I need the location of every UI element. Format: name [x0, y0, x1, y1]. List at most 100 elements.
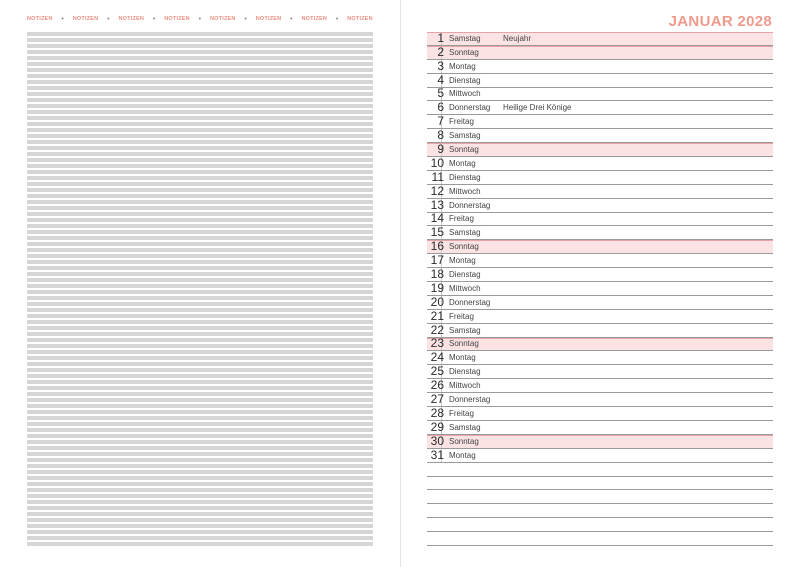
weekday-name: Sonntag [449, 436, 479, 446]
calendar-day-row: 28 Freitag [427, 406, 773, 421]
calendar-day-row: 16 Sonntag [427, 239, 773, 255]
calendar-day-row: 27 Donnerstag [427, 392, 773, 408]
calendar-day-row: 29 Samstag [427, 420, 773, 435]
bullet-separator: • [61, 15, 64, 23]
day-number: 25 [430, 364, 444, 379]
notes-header-word: NOTIZEN [72, 16, 99, 22]
calendar-day-row: 5 Mittwoch [427, 86, 773, 102]
notes-header-word: NOTIZEN [27, 16, 53, 22]
weekday-name: Montag [449, 61, 476, 71]
weekday-name: Dienstag [449, 367, 481, 377]
calendar-day-row: 24 Montag [427, 350, 773, 366]
calendar-day-row: 13 Donnerstag [427, 197, 773, 213]
day-number: 20 [430, 294, 444, 309]
weekday-name: Samstag [449, 325, 481, 335]
day-number: 6 [437, 100, 444, 115]
blank-line [427, 518, 773, 533]
calendar-day-row: 4 Dienstag [427, 72, 773, 88]
notes-header-word: NOTIZEN [347, 16, 373, 22]
weekday-name: Donnerstag [449, 297, 491, 307]
weekday-name: Mittwoch [449, 186, 481, 196]
day-number: 10 [430, 155, 444, 170]
day-number: 27 [430, 392, 444, 407]
day-number: 15 [430, 225, 444, 240]
day-number: 12 [430, 183, 444, 198]
calendar-day-row: 9 Sonntag [427, 143, 773, 158]
weekday-name: Montag [449, 158, 476, 168]
calendar-day-row: 1 Samstag Neujahr [427, 30, 773, 46]
calendar-day-row: 11 Dienstag [427, 170, 773, 185]
calendar-day-row: 14 Freitag [427, 212, 773, 227]
month-title: JANUAR 2028 [668, 13, 772, 30]
day-number: 13 [430, 197, 444, 212]
weekday-name: Sonntag [449, 145, 479, 155]
calendar-day-row: 15 Samstag [427, 225, 773, 241]
calendar-day-row: 25 Dienstag [427, 364, 773, 380]
day-number: 2 [437, 44, 444, 59]
calendar-day-row: 17 Montag [427, 253, 773, 269]
day-number: 23 [430, 336, 444, 351]
planner-spread: NOTIZEN • NOTIZEN • NOTIZEN • NOTIZEN • NOTIZEN •… [0, 0, 800, 567]
day-number: 16 [430, 239, 444, 254]
blank-line [427, 477, 773, 491]
notes-header-word: NOTIZEN [301, 16, 328, 22]
weekday-name: Freitag [449, 117, 474, 127]
bullet-separator: • [198, 15, 202, 23]
notes-lined-area [27, 32, 373, 548]
blank-line [427, 490, 773, 505]
notes-header-word: NOTIZEN [255, 16, 282, 22]
weekday-name: Montag [449, 353, 476, 363]
notes-header-word: NOTIZEN [164, 16, 190, 22]
bullet-separator: • [244, 15, 247, 23]
notes-header: NOTIZEN • NOTIZEN • NOTIZEN • NOTIZEN • NOTIZEN •… [27, 14, 373, 24]
day-number: 22 [430, 322, 444, 337]
weekday-name: Freitag [449, 311, 474, 321]
calendar-day-row: 7 Freitag [427, 114, 773, 130]
calendar-day-row: 10 Montag [427, 155, 773, 171]
day-number: 1 [437, 30, 444, 45]
day-number: 17 [430, 253, 444, 268]
day-number: 3 [437, 58, 444, 73]
calendar-day-row: 8 Samstag [427, 128, 773, 144]
weekday-name: Sonntag [449, 339, 479, 349]
calendar-day-row: 21 Freitag [427, 308, 773, 324]
weekday-name: Sonntag [449, 47, 479, 57]
calendar-day-row: 26 Mittwoch [427, 378, 773, 394]
day-number: 24 [430, 350, 444, 365]
calendar-day-row: 6 Donnerstag Heilige Drei Könige [427, 100, 773, 116]
weekday-name: Donnerstag [449, 395, 491, 405]
calendar-day-row: 31 Montag [427, 447, 773, 463]
notes-header-word: NOTIZEN [118, 16, 145, 22]
calendar-day-row: 23 Sonntag [427, 336, 773, 352]
blank-line [427, 504, 773, 519]
day-number: 5 [437, 86, 444, 101]
calendar-day-row: 2 Sonntag [427, 44, 773, 60]
bullet-separator: • [290, 15, 293, 23]
day-number: 21 [430, 308, 444, 323]
weekday-name: Samstag [449, 33, 481, 43]
bullet-separator: • [335, 15, 339, 23]
weekday-name: Mittwoch [449, 381, 481, 391]
day-number: 4 [437, 72, 444, 87]
day-number: 7 [437, 114, 444, 129]
day-number: 8 [437, 128, 444, 143]
holiday-label: Heilige Drei Könige [503, 103, 572, 113]
weekday-name: Donnerstag [449, 200, 491, 210]
weekday-name: Dienstag [449, 270, 481, 280]
page-spine [400, 0, 401, 567]
day-number: 31 [430, 447, 444, 462]
weekday-name: Samstag [449, 131, 481, 141]
calendar-list: 1 Samstag Neujahr 2 Sonntag 3 Montag 4 Dienstag 5… [427, 30, 773, 546]
calendar-day-row: 30 Sonntag [427, 434, 773, 449]
day-number: 18 [430, 267, 444, 282]
bullet-separator: • [107, 15, 110, 23]
calendar-day-row: 19 Mittwoch [427, 280, 773, 296]
blank-line [427, 532, 773, 546]
day-number: 26 [430, 378, 444, 393]
weekday-name: Samstag [449, 228, 481, 238]
weekday-name: Sonntag [449, 242, 479, 252]
weekday-name: Montag [449, 256, 476, 266]
calendar-day-row: 20 Donnerstag [427, 294, 773, 310]
calendar-day-row: 3 Montag [427, 58, 773, 74]
day-number: 19 [430, 280, 444, 295]
